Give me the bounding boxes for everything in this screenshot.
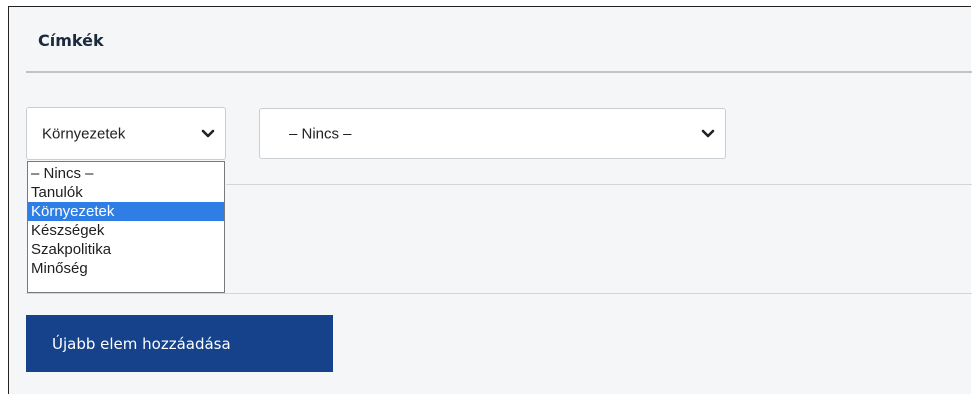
row-divider bbox=[26, 293, 972, 294]
add-item-button[interactable]: Újabb elem hozzáadása bbox=[26, 315, 333, 372]
dropdown-option-keszsegek[interactable]: Készségek bbox=[28, 221, 224, 240]
category-select-value: Környezetek bbox=[42, 125, 126, 142]
dropdown-option-kornyezetek[interactable]: Környezetek bbox=[28, 202, 224, 221]
subcategory-select-value: – Nincs – bbox=[289, 125, 352, 142]
dropdown-option-szakpolitika[interactable]: Szakpolitika bbox=[28, 240, 224, 259]
header-divider bbox=[26, 71, 972, 73]
subcategory-select[interactable]: – Nincs – bbox=[259, 108, 726, 159]
dropdown-option-tanulok[interactable]: Tanulók bbox=[28, 183, 224, 202]
section-title: Címkék bbox=[38, 31, 104, 50]
chevron-down-icon bbox=[201, 129, 215, 137]
row-divider bbox=[226, 184, 972, 185]
tags-panel: Címkék Környezetek – Nincs – – Nincs – T… bbox=[8, 6, 972, 394]
chevron-down-icon bbox=[701, 129, 715, 137]
dropdown-option-minoseg[interactable]: Minőség bbox=[28, 259, 224, 278]
category-select[interactable]: Környezetek bbox=[26, 107, 226, 160]
category-dropdown-list: – Nincs – Tanulók Környezetek Készségek … bbox=[27, 161, 225, 293]
dropdown-option-none[interactable]: – Nincs – bbox=[28, 164, 224, 183]
